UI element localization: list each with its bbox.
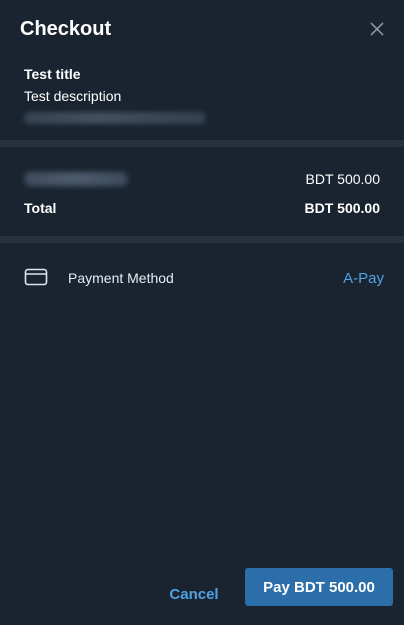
total-amount: BDT 500.00 — [304, 200, 380, 216]
checkout-header: Checkout — [0, 0, 404, 58]
payment-method-label: Payment Method — [68, 270, 174, 286]
checkout-panel: Checkout Test title Test description BDT… — [0, 0, 404, 625]
payment-method-row[interactable]: Payment Method A-Pay — [0, 243, 404, 313]
cancel-button[interactable]: Cancel — [158, 581, 230, 607]
order-summary: BDT 500.00 Total BDT 500.00 — [0, 147, 404, 236]
summary-line-row: BDT 500.00 — [24, 168, 380, 190]
page-title: Checkout — [20, 18, 112, 40]
pay-button[interactable]: Pay BDT 500.00 — [245, 568, 393, 606]
redacted-item-detail — [24, 112, 206, 124]
total-label: Total — [24, 200, 57, 216]
item-description: Test description — [24, 88, 122, 104]
redacted-line-label — [24, 172, 128, 186]
section-divider — [0, 236, 404, 243]
close-icon[interactable] — [368, 20, 386, 38]
item-title: Test title — [24, 66, 81, 82]
summary-total-row: Total BDT 500.00 — [24, 197, 380, 219]
payment-method-value[interactable]: A-Pay — [343, 270, 384, 287]
checkout-footer: Cancel Pay BDT 500.00 — [0, 565, 404, 625]
section-divider — [0, 140, 404, 147]
line-amount: BDT 500.00 — [305, 171, 380, 187]
credit-card-icon — [24, 267, 48, 289]
item-details: Test title Test description — [0, 58, 404, 140]
